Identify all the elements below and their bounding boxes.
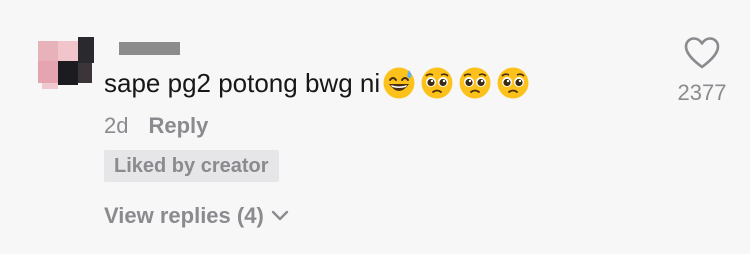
comment-timestamp: 2d — [104, 113, 129, 138]
grinning-sweat-emoji-icon — [383, 67, 415, 99]
like-count: 2377 — [677, 80, 727, 105]
pleading-face-emoji-icon — [459, 67, 491, 99]
heart-outline-icon[interactable] — [684, 36, 720, 70]
comment-meta: 2d Reply — [104, 113, 208, 139]
avatar[interactable] — [34, 37, 94, 89]
pleading-face-emoji-icon — [421, 67, 453, 99]
username-redacted[interactable] — [119, 42, 180, 55]
reply-button[interactable]: Reply — [148, 113, 208, 139]
view-replies-button[interactable]: View replies (4) — [104, 203, 290, 229]
like-column: 2377 — [666, 36, 738, 106]
chevron-down-icon — [271, 210, 288, 221]
comment-body: sape pg2 potong bwg ni — [104, 66, 534, 100]
pleading-face-emoji-icon — [497, 67, 529, 99]
comment-text: sape pg2 potong bwg ni — [104, 68, 381, 98]
liked-by-creator-badge: Liked by creator — [104, 150, 279, 182]
emoji-group — [382, 66, 534, 100]
view-replies-label: View replies (4) — [104, 203, 264, 228]
